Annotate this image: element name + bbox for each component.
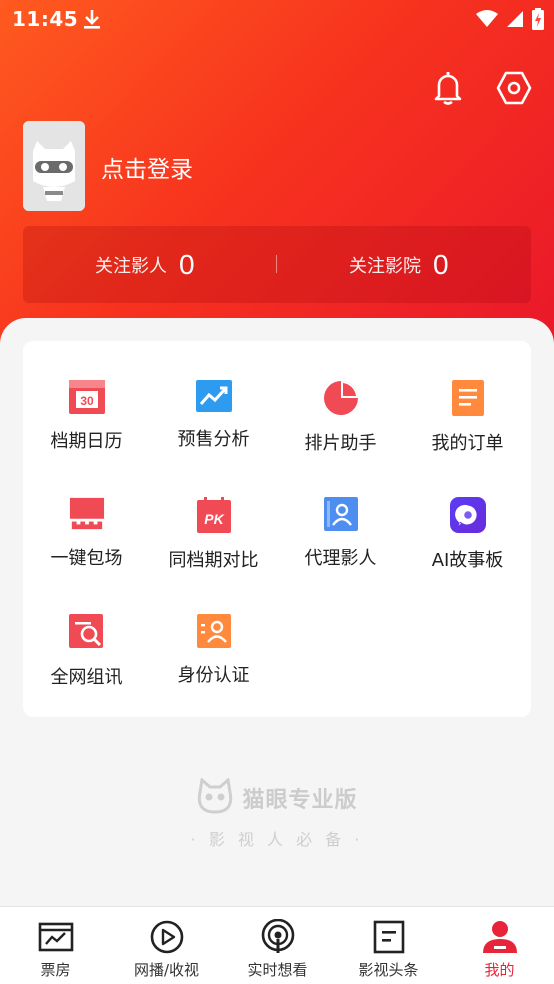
ai-chat-icon [449,497,486,533]
calendar-icon: 30 [68,380,105,414]
tool-presale-analysis[interactable]: 预售分析 [150,341,277,451]
tool-label: 代理影人 [304,548,377,569]
screen-booking-icon [69,497,105,531]
followed-people[interactable]: 关注影人 0 [95,226,195,303]
login-link[interactable]: 点击登录 [101,150,193,184]
order-list-icon [450,380,486,416]
tool-label: 预售分析 [177,429,250,450]
svg-text:PK: PK [204,511,224,527]
news-icon [371,919,407,955]
tool-label: 身份认证 [177,665,250,686]
tab-label: 我的 [484,961,515,979]
settings-hexagon-icon[interactable] [496,70,532,106]
tab-mine[interactable]: 我的 [444,907,554,984]
tool-label: 全网组讯 [50,667,123,688]
trend-chart-icon [195,380,232,412]
battery-icon [532,8,544,34]
brand-slogan: · 影 视 人 必 备 · [190,830,364,849]
followed-cinemas-count: 0 [433,248,449,280]
agent-person-icon [323,497,359,531]
signal-icon [506,10,524,32]
profile-icon [482,919,518,955]
cat-logo-icon [196,777,234,818]
tab-label: 票房 [40,961,71,979]
brand-name: 猫眼专业版 [242,788,358,813]
tool-ai-storyboard[interactable]: AI故事板 [404,458,531,571]
tool-scheduling-assistant[interactable]: 排片助手 [277,341,404,454]
brand-logo: 猫眼专业版 [0,777,554,818]
play-icon [149,919,185,955]
tool-label: 我的订单 [431,433,504,454]
avatar[interactable] [23,121,85,211]
tool-agent-talent[interactable]: 代理影人 [277,458,404,569]
tool-label: 一键包场 [50,548,123,569]
broadcast-icon [260,919,296,955]
svg-text:30: 30 [80,394,94,408]
tool-network-casting[interactable]: 全网组讯 [23,575,150,688]
follow-stats: 关注影人 0 关注影院 0 [23,226,531,303]
identity-icon [196,614,232,648]
follow-divider [276,255,277,273]
tab-headlines[interactable]: 影视头条 [333,907,444,984]
box-office-icon [38,919,74,955]
bottom-tab-bar: 票房 网播/收视 实时想看 影视头条 我的 [0,906,554,984]
tools-grid: 30 档期日历 预售分析 排片助手 我的订单 一键包场 PK 同档期对比 代理影… [23,341,531,717]
download-icon [82,8,102,34]
search-doc-icon [68,614,105,650]
wifi-icon [476,10,498,32]
tab-label: 网播/收视 [133,961,200,979]
tool-label: AI故事板 [431,550,504,571]
tab-realtime-want[interactable]: 实时想看 [222,907,333,984]
tool-label: 同档期对比 [168,550,259,571]
tool-schedule-calendar[interactable]: 30 档期日历 [23,341,150,452]
tool-label: 排片助手 [304,433,377,454]
tool-book-screening[interactable]: 一键包场 [23,458,150,569]
followed-people-label: 关注影人 [95,255,167,277]
tab-label: 实时想看 [247,961,308,979]
tool-my-orders[interactable]: 我的订单 [404,341,531,454]
pk-compare-icon: PK [196,497,232,533]
tab-streaming[interactable]: 网播/收视 [111,907,222,984]
tab-box-office[interactable]: 票房 [0,907,111,984]
status-bar: 11:45 [0,0,554,38]
followed-cinemas[interactable]: 关注影院 0 [349,226,449,303]
tool-same-period-compare[interactable]: PK 同档期对比 [150,458,277,571]
tab-label: 影视头条 [358,961,419,979]
followed-people-count: 0 [179,248,195,280]
tool-label: 档期日历 [50,431,123,452]
notification-bell-icon[interactable] [430,70,466,106]
status-time: 11:45 [12,7,79,31]
followed-cinemas-label: 关注影院 [349,255,421,277]
tool-identity-verification[interactable]: 身份认证 [150,575,277,686]
pie-chart-icon [323,380,359,416]
